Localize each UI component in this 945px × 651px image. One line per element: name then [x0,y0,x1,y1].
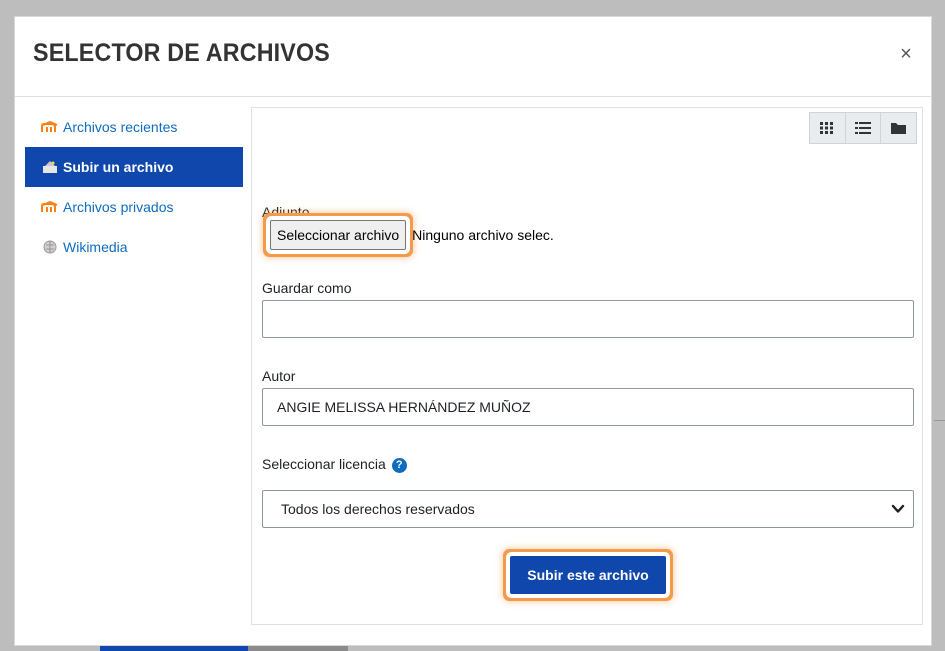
sidebar-item-upload-file[interactable]: Subir un archivo [25,147,243,187]
chevron-down-icon [891,504,905,513]
sidebar-item-label: Archivos privados [63,199,174,215]
dialog-header: SELECTOR DE ARCHIVOS × [15,17,931,97]
close-button[interactable]: × [897,43,915,65]
save-as-field[interactable] [262,300,914,338]
upload-panel: Adjunto Seleccionar archivo Ninguno arch… [251,107,923,625]
background-bar [248,646,348,651]
sidebar-item-recent-files[interactable]: Archivos recientes [25,107,243,147]
moodle-icon [41,200,59,214]
sidebar-item-wikimedia[interactable]: Wikimedia [25,227,243,267]
sidebar-item-private-files[interactable]: Archivos privados [25,187,243,227]
sidebar-item-label: Subir un archivo [63,159,174,175]
upload-icon [41,160,59,174]
sidebar-item-label: Wikimedia [63,239,128,255]
dialog-title: SELECTOR DE ARCHIVOS [33,39,330,67]
no-file-status: Ninguno archivo selec. [412,227,554,243]
wikimedia-icon [41,240,59,254]
background-divider [934,420,945,421]
list-view-icon [855,122,871,134]
moodle-icon [41,120,59,134]
folder-view-icon [891,123,907,134]
license-select[interactable]: Todos los derechos reservados [262,490,914,528]
tree-view-button[interactable] [881,113,916,143]
view-switcher [809,112,917,144]
author-label: Autor [262,368,296,384]
repository-sidebar: Archivos recientes Subir un archivo Arch… [25,107,243,267]
grid-view-icon [820,122,834,134]
license-selected-value: Todos los derechos reservados [281,501,475,517]
author-field[interactable]: ANGIE MELISSA HERNÁNDEZ MUÑOZ [262,388,914,426]
license-label: Seleccionar licencia [262,456,386,472]
list-view-button[interactable] [846,113,882,143]
choose-file-button[interactable]: Seleccionar archivo [270,220,407,250]
license-label-row: Seleccionar licencia? [262,456,407,473]
upload-this-file-button[interactable]: Subir este archivo [510,556,666,594]
sidebar-item-label: Archivos recientes [63,119,178,135]
file-picker-dialog: SELECTOR DE ARCHIVOS × Archivos reciente… [14,16,932,646]
background-bar [100,646,248,651]
grid-view-button[interactable] [810,113,846,143]
file-input: Seleccionar archivo Ninguno archivo sele… [270,220,554,250]
help-icon[interactable]: ? [391,457,407,473]
attachment-label: Adjunto [262,204,310,220]
save-as-label: Guardar como [262,280,352,296]
